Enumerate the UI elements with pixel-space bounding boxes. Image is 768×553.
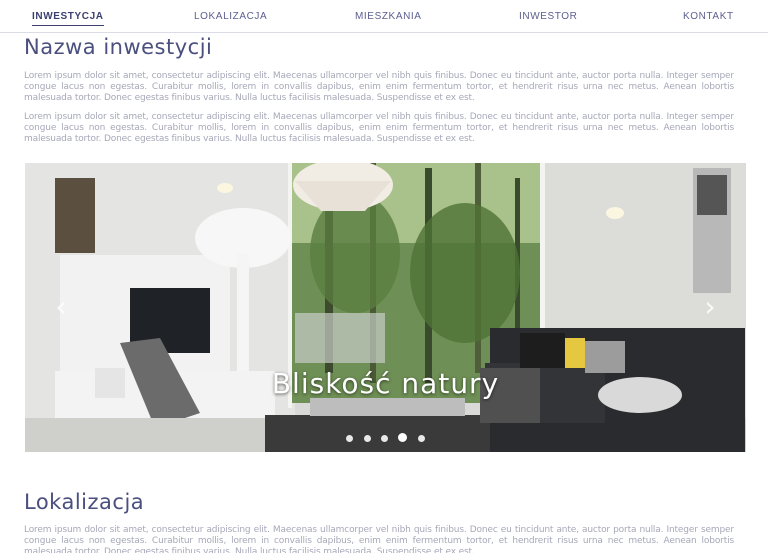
slider-dot-5[interactable] [417, 435, 425, 442]
location-paragraph: Lorem ipsum dolor sit amet, consectetur … [24, 525, 734, 553]
nav-item-lokalizacja[interactable]: LOKALIZACJA [194, 11, 267, 22]
image-slider: ‹ › Bliskość natury [25, 163, 746, 452]
slide-image [25, 163, 746, 452]
location-title: Lokalizacja [24, 490, 145, 514]
slide-caption: Bliskość natury [271, 367, 500, 400]
top-navigation: INWESTYCJA LOKALIZACJA MIESZKANIA INWEST… [0, 0, 768, 33]
slider-dot-4[interactable] [398, 433, 408, 442]
investment-paragraph-1: Lorem ipsum dolor sit amet, consectetur … [24, 71, 734, 103]
investment-title: Nazwa inwestycji [24, 35, 213, 59]
slider-dots [25, 429, 746, 447]
slider-dot-2[interactable] [363, 435, 371, 442]
nav-item-mieszkania[interactable]: MIESZKANIA [355, 11, 422, 22]
slider-next-arrow[interactable]: › [699, 291, 721, 323]
investment-paragraph-2: Lorem ipsum dolor sit amet, consectetur … [24, 112, 734, 144]
nav-item-inwestor[interactable]: INWESTOR [519, 11, 578, 22]
slider-prev-arrow[interactable]: ‹ [50, 291, 72, 323]
slider-dot-1[interactable] [346, 435, 354, 442]
nav-item-kontakt[interactable]: KONTAKT [683, 11, 734, 22]
slider-dot-3[interactable] [381, 435, 388, 442]
nav-item-inwestycja[interactable]: INWESTYCJA [32, 11, 104, 26]
